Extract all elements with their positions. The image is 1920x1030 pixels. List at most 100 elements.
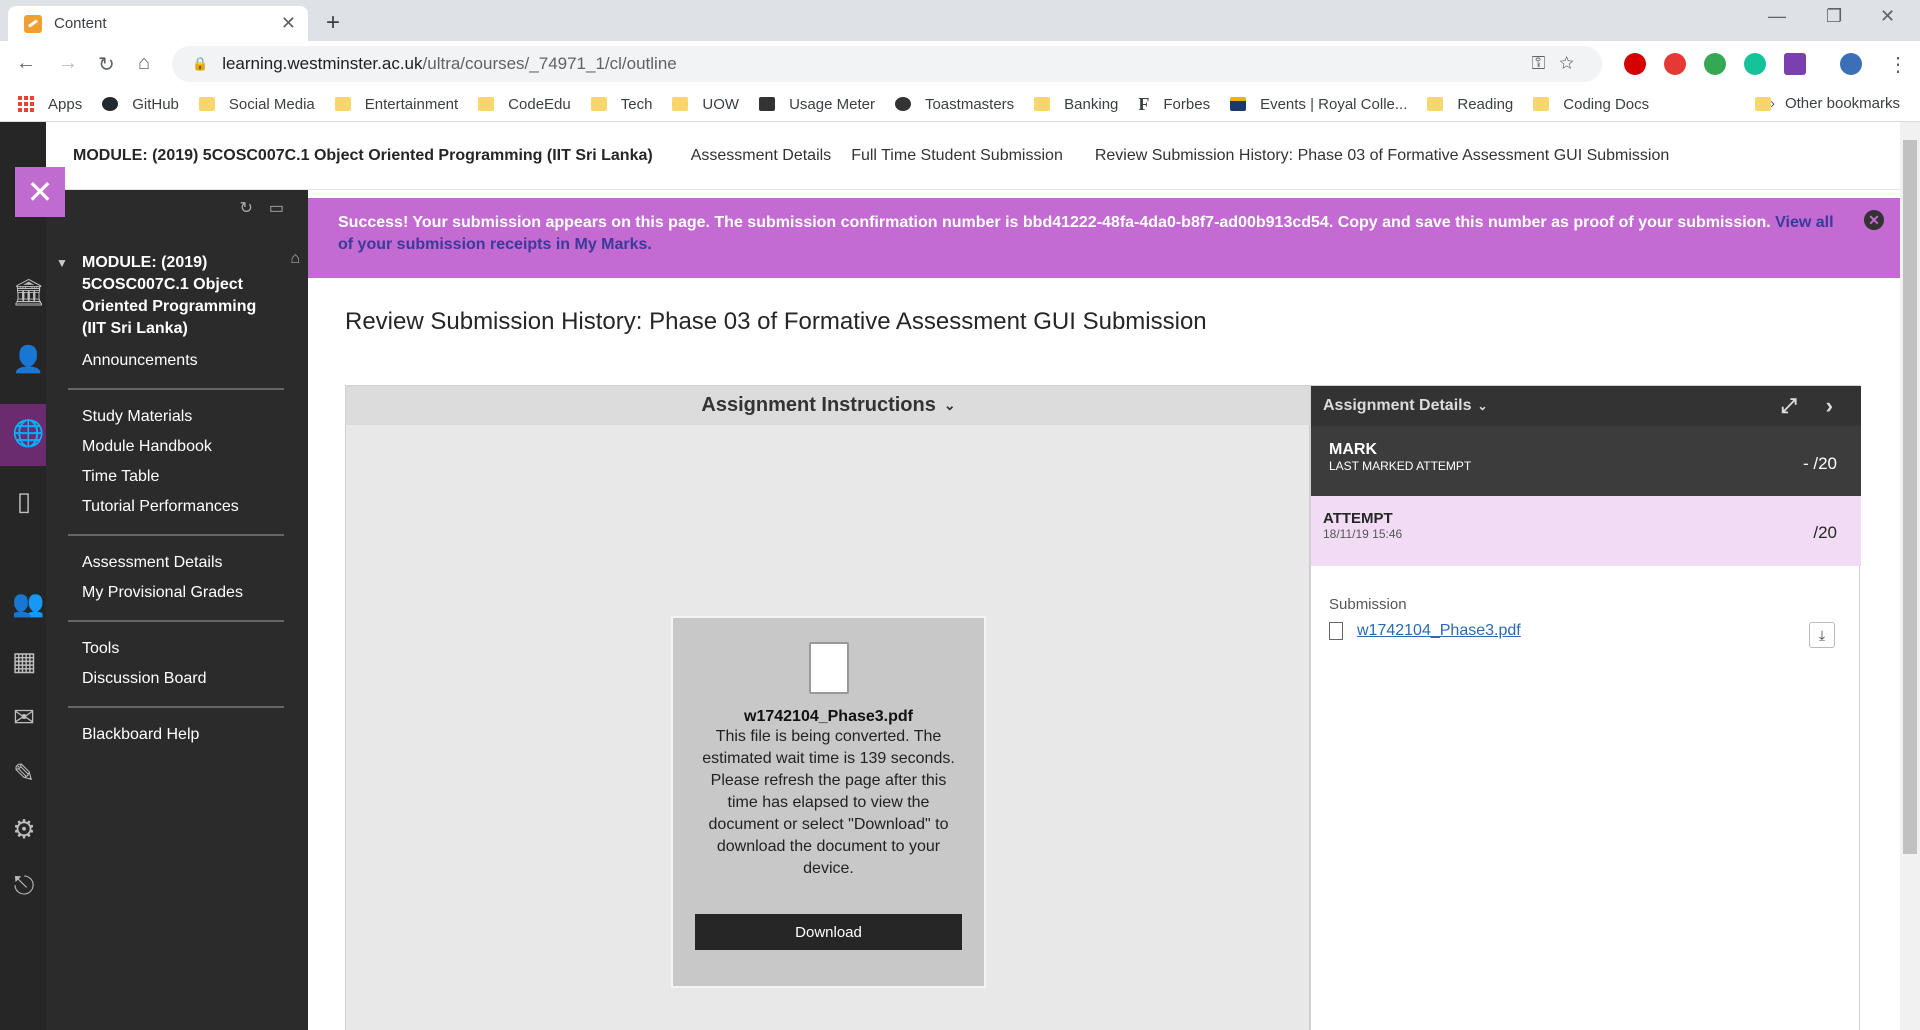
menu-item-tutorial-performances[interactable]: Tutorial Performances <box>82 498 239 516</box>
extension-green-icon[interactable] <box>1704 53 1726 75</box>
bookmark-codeedu[interactable]: CodeEdu <box>478 96 571 113</box>
attempt-row[interactable]: ATTEMPT 18/11/19 15:46 /20 <box>1311 496 1861 566</box>
course-title: MODULE: (2019) 5COSC007C.1 Object Orient… <box>73 146 653 164</box>
expand-icon[interactable]: ⤢ <box>1781 395 1797 418</box>
bookmark-uow[interactable]: UOW <box>672 96 739 113</box>
close-course-icon[interactable]: ✕ <box>15 167 65 217</box>
messages-icon[interactable]: ✉ <box>12 702 36 733</box>
bookmark-usage-meter[interactable]: Usage Meter <box>759 96 875 113</box>
back-arrow-icon[interactable]: ← <box>16 52 36 75</box>
key-star-icons[interactable]: ⚿☆ <box>1532 53 1588 74</box>
adblock-extension-icon[interactable] <box>1624 53 1646 75</box>
browser-tab[interactable]: Content ✕ <box>8 6 308 41</box>
chevron-down-icon: ⌄ <box>1477 399 1488 413</box>
mark-value: - /20 <box>1802 454 1837 473</box>
onenote-extension-icon[interactable] <box>1784 53 1806 75</box>
menu-item-tools[interactable]: Tools <box>82 640 119 658</box>
assignment-instructions-toggle[interactable]: Assignment Instructions ⌄ <box>346 386 1311 425</box>
bookmark-apps[interactable]: Apps <box>18 96 82 113</box>
folder-icon <box>1427 97 1444 111</box>
mark-label: MARK <box>1329 441 1377 458</box>
refresh-folder-icons[interactable]: ↻▭ <box>239 198 300 218</box>
download-button[interactable]: Download <box>695 914 962 950</box>
menu-item-blackboard-help[interactable]: Blackboard Help <box>82 726 199 744</box>
menu-item-study-materials[interactable]: Study Materials <box>82 408 192 426</box>
restore-icon[interactable]: ❐ <box>1826 6 1842 27</box>
course-menu-title[interactable]: MODULE: (2019) 5COSC007C.1 Object Orient… <box>82 252 272 340</box>
menu-item-time-table[interactable]: Time Table <box>82 468 159 486</box>
bookmark-social-media[interactable]: Social Media <box>198 96 315 113</box>
bookmark-label: Apps <box>48 95 83 113</box>
conversion-message: This file is being converted. The estima… <box>702 728 955 877</box>
base-nav-rail: 🏛 👤 🌐 ▯ 👥 ▦ ✉ ✎ ⚙ ⎋ <box>0 122 46 1030</box>
reload-icon[interactable]: ↻ <box>98 52 115 77</box>
grades-icon[interactable]: ✎ <box>12 758 36 789</box>
bookmark-toastmasters[interactable]: Toastmasters <box>894 96 1014 113</box>
address-bar[interactable]: 🔒 learning.westminster.ac.uk/ultra/cours… <box>172 46 1602 82</box>
page: 🏛 👤 🌐 ▯ 👥 ▦ ✉ ✎ ⚙ ⎋ MODULE: (2019) 5COSC… <box>0 122 1920 1030</box>
bookmark-reading[interactable]: Reading <box>1427 96 1513 113</box>
bookmark-banking[interactable]: Banking <box>1034 96 1118 113</box>
apps-grid-icon <box>18 96 34 112</box>
grammarly-extension-icon[interactable] <box>1744 53 1766 75</box>
settings-gear-icon[interactable]: ⚙ <box>12 814 36 845</box>
file-icon <box>808 642 849 694</box>
tab-title: Content <box>54 15 107 32</box>
bookmark-label: CodeEdu <box>508 95 571 113</box>
courses-icon[interactable]: ▯ <box>12 486 36 517</box>
breadcrumb-review-history[interactable]: Review Submission History: Phase 03 of F… <box>1095 147 1669 165</box>
attempt-date: 18/11/19 15:46 <box>1323 527 1403 541</box>
download-icon[interactable]: ⤓ <box>1809 622 1835 648</box>
details-title: Assignment Details <box>1323 397 1472 414</box>
course-menu: ↻▭ ▼ MODULE: (2019) 5COSC007C.1 Object O… <box>46 190 308 1030</box>
forward-arrow-icon[interactable]: → <box>58 52 78 75</box>
home-icon[interactable]: ⌂ <box>290 250 300 268</box>
organizations-icon[interactable]: 👥 <box>12 588 44 619</box>
chevron-right-icon[interactable]: › <box>1826 393 1833 419</box>
menu-item-assessment-details[interactable]: Assessment Details <box>82 554 223 572</box>
bookmark-github[interactable]: GitHub <box>102 96 179 113</box>
page-title: Review Submission History: Phase 03 of F… <box>345 308 1207 335</box>
tab-close-icon[interactable]: ✕ <box>281 13 296 34</box>
collapse-triangle-icon[interactable]: ▼ <box>56 256 68 270</box>
institution-icon[interactable]: 🏛 <box>12 277 45 308</box>
menu-item-module-handbook[interactable]: Module Handbook <box>82 438 212 456</box>
minimize-icon[interactable]: — <box>1768 6 1786 27</box>
scrollbar-thumb[interactable] <box>1903 140 1917 854</box>
assignment-details-header[interactable]: Assignment Details ⌄ ⤢ › <box>1311 386 1861 426</box>
menu-item-announcements[interactable]: Announcements <box>82 352 198 370</box>
attempt-label: ATTEMPT <box>1323 510 1393 527</box>
bookmark-forbes[interactable]: F Forbes <box>1138 94 1210 115</box>
attempt-value: /20 <box>1813 523 1837 542</box>
mark-sublabel: LAST MARKED ATTEMPT <box>1329 459 1472 473</box>
bookmark-label: Coding Docs <box>1563 95 1650 113</box>
profile-avatar[interactable] <box>1840 53 1862 75</box>
browser-menu-icon[interactable]: ⋮ <box>1888 52 1908 77</box>
toastmasters-icon <box>894 97 911 111</box>
bookmark-events[interactable]: Events | Royal Colle... <box>1230 96 1407 113</box>
instructions-label: Assignment Instructions <box>701 394 936 416</box>
page-scrollbar[interactable] <box>1900 122 1920 1030</box>
extension-stop-icon[interactable] <box>1664 53 1686 75</box>
breadcrumb-assessment-details[interactable]: Assessment Details <box>691 147 832 165</box>
folder-icon <box>198 97 215 111</box>
profile-icon[interactable]: 👤 <box>12 344 44 375</box>
other-bookmarks[interactable]: Other bookmarks <box>1754 95 1900 112</box>
submission-file-link[interactable]: w1742104_Phase3.pdf <box>1357 622 1521 640</box>
signout-icon[interactable]: ⎋ <box>12 870 36 902</box>
menu-item-discussion-board[interactable]: Discussion Board <box>82 670 207 688</box>
bookmark-coding-docs[interactable]: Coding Docs <box>1533 96 1649 113</box>
bookmark-entertainment[interactable]: Entertainment <box>334 96 458 113</box>
success-message: Success! Your submission appears on this… <box>338 214 1771 231</box>
folder-icon <box>478 97 495 111</box>
banner-close-icon[interactable]: ✕ <box>1864 210 1884 230</box>
breadcrumb-full-time-submission[interactable]: Full Time Student Submission <box>851 147 1063 165</box>
bookmark-tech[interactable]: Tech <box>590 96 652 113</box>
menu-item-provisional-grades[interactable]: My Provisional Grades <box>82 584 243 602</box>
calendar-icon[interactable]: ▦ <box>12 646 37 677</box>
window-close-icon[interactable]: ✕ <box>1880 6 1895 27</box>
home-icon[interactable]: ⌂ <box>138 52 150 75</box>
new-tab-plus-icon[interactable]: + <box>326 9 340 37</box>
bookmark-label: Usage Meter <box>789 95 875 113</box>
globe-icon[interactable]: 🌐 <box>12 418 44 449</box>
